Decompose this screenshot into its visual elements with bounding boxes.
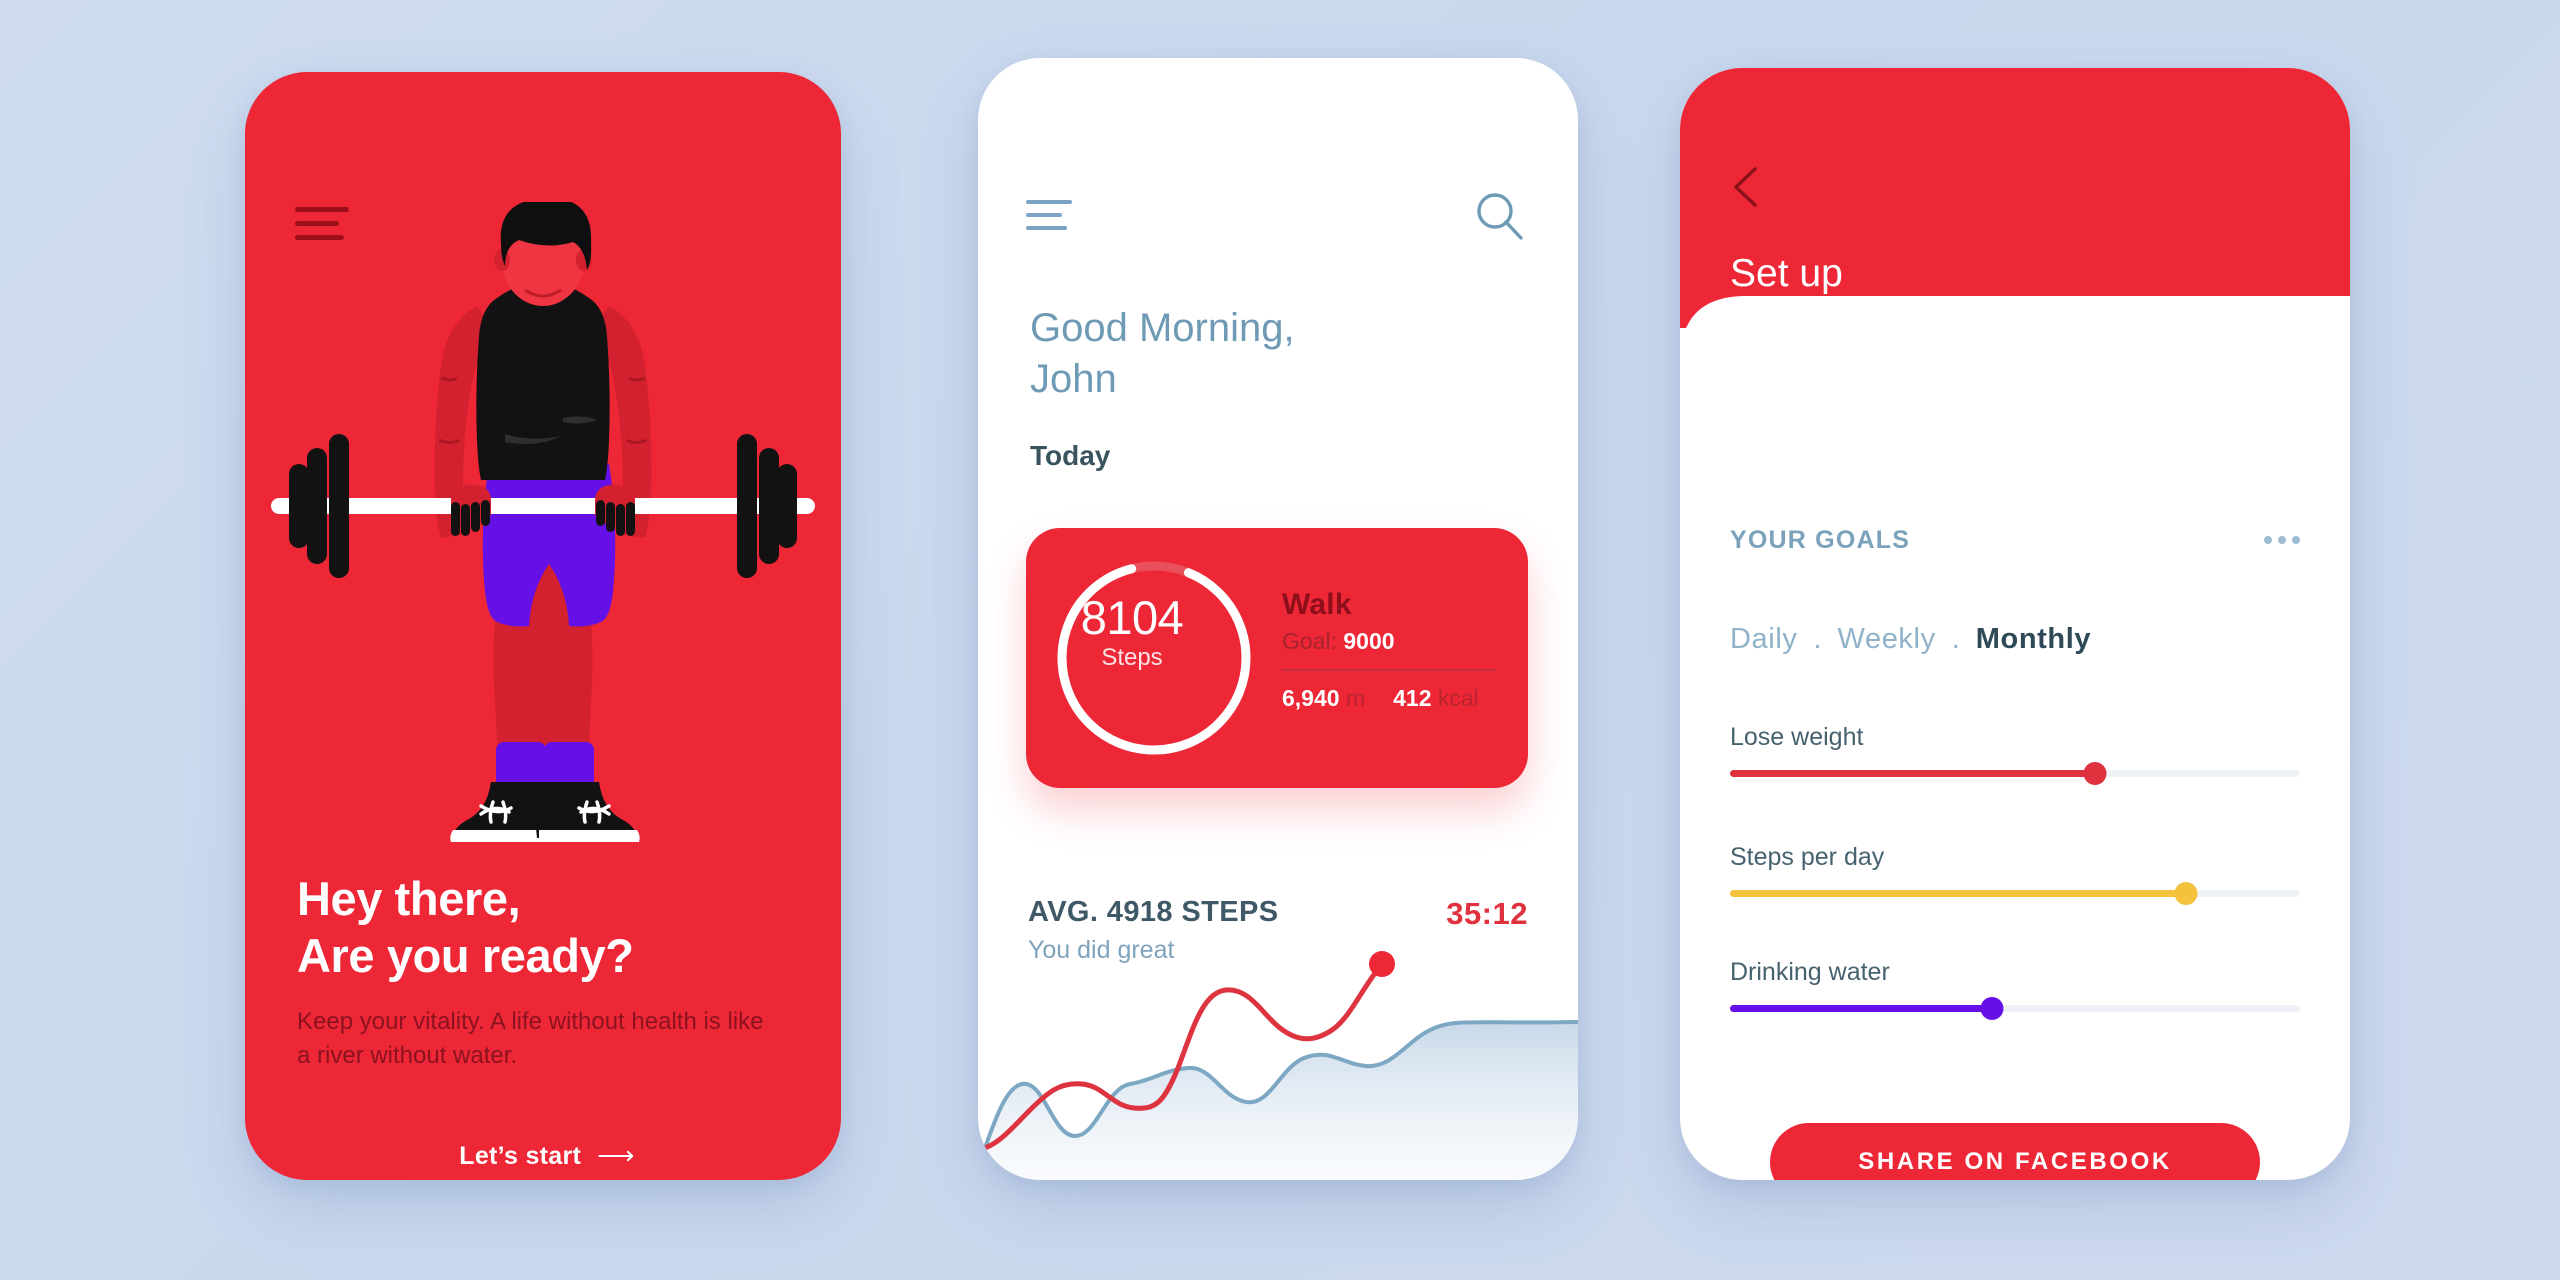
calories-metric: 412 kcal [1393,685,1479,712]
goals-section-header: YOUR GOALS [1730,526,1911,554]
slider-track[interactable] [1730,997,2300,1020]
phone-screen-schedule: Set up your schedule YOUR GOALS Daily . … [1680,68,2350,1180]
steps-unit-label: Steps [1101,644,1163,671]
distance-metric: 6,940 m [1282,685,1365,712]
goal-row: Goal: 9000 [1282,628,1500,655]
phone-screen-dashboard: Good Morning, John Today 8104 Steps Walk… [978,58,1578,1180]
slider-label: Drinking water [1730,958,1890,986]
goal-value: 9000 [1343,628,1395,654]
greeting-line-2: John [1030,357,1117,402]
onboarding-copy: Hey there, Are you ready? Keep your vita… [297,870,797,1074]
slider-fill [1730,1005,1993,1012]
walk-stats-card[interactable]: 8104 Steps Walk Goal: 9000 6,940 m 412 k… [1026,528,1528,788]
period-tabs: Daily . Weekly . Monthly [1730,623,2091,656]
hamburger-line [1026,226,1067,230]
page-title: Hey there, Are you ready? [297,870,797,985]
goal-label: Goal: [1282,628,1337,654]
title-line-1: Set up [1730,252,1843,295]
distance-value: 6,940 [1282,685,1340,711]
title-line-2: Are you ready? [297,929,634,983]
tab-separator: . [1813,623,1822,655]
divider [1282,669,1496,671]
dot [2278,536,2286,544]
slider-lose-weight[interactable]: Lose weight [1730,723,2300,785]
walk-metrics: 6,940 m 412 kcal [1282,685,1500,712]
slider-label: Lose weight [1730,723,1864,751]
calories-unit: kcal [1437,685,1479,711]
page-title: Set up your schedule [1730,248,2250,351]
page-subtitle: Keep your vitality. A life without healt… [297,1007,764,1070]
activity-name: Walk [1282,588,1352,621]
distance-unit: m [1345,685,1366,711]
greeting: Good Morning, John [1030,303,1510,405]
tab-weekly[interactable]: Weekly [1838,623,1936,656]
activity-line-chart [978,951,1578,1180]
search-icon[interactable] [1474,190,1526,242]
slider-handle[interactable] [2174,882,2198,905]
dot [2264,536,2272,544]
tab-separator: . [1951,623,1960,655]
dot [2292,536,2300,544]
slider-track[interactable] [1730,882,2300,905]
section-label-today: Today [1030,440,1111,471]
slider-fill [1730,770,2095,777]
slider-steps-per-day[interactable]: Steps per day [1730,843,2300,905]
phone-screen-onboarding: Hey there, Are you ready? Keep your vita… [245,72,841,1180]
chart-area-fill [978,1022,1578,1180]
more-horizontal-icon[interactable] [2264,536,2300,544]
greeting-line-1: Good Morning, [1030,306,1295,350]
slider-track[interactable] [1730,762,2300,785]
walk-details: Walk Goal: 9000 6,940 m 412 kcal [1282,588,1500,712]
start-button[interactable]: Let’s start ⟶ [297,1140,797,1171]
average-headline: AVG. 4918 STEPS [1028,896,1279,928]
duration-value: 35:12 [1446,896,1528,931]
chevron-left-icon[interactable] [1728,163,1768,211]
slider-drinking-water[interactable]: Drinking water [1730,958,2300,1020]
share-on-facebook-button[interactable]: SHARE ON FACEBOOK [1770,1123,2260,1180]
hamburger-line [1026,213,1062,217]
tab-monthly[interactable]: Monthly [1976,623,2091,656]
title-line-1: Hey there, [297,872,521,925]
arrow-right-icon: ⟶ [597,1140,635,1170]
slider-label: Steps per day [1730,843,1885,871]
slider-handle[interactable] [2083,762,2107,785]
hamburger-line [1026,200,1072,204]
start-button-label: Let’s start [459,1142,582,1170]
tab-daily[interactable]: Daily [1730,623,1797,656]
steps-value: 8104 [1080,591,1184,644]
slider-handle[interactable] [1980,997,2004,1020]
weightlifter-illustration [271,202,815,842]
calories-value: 412 [1393,685,1432,711]
chart-end-marker [1369,951,1395,977]
title-line-2: your schedule [1730,303,1973,347]
slider-fill [1730,890,2186,897]
hamburger-menu-icon[interactable] [1026,200,1072,239]
